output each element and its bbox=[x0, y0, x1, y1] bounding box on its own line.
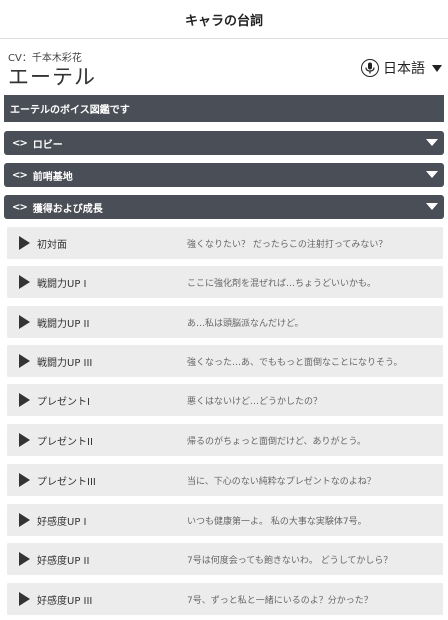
chevron-down-icon bbox=[426, 203, 438, 210]
voice-row[interactable]: 好感度UP I いつも健康第一よ。 私の大事な実験体7号。 bbox=[7, 504, 443, 536]
play-icon[interactable] bbox=[19, 473, 30, 487]
voice-row[interactable]: 戦闘力UP III 強くなった…あ、でももっと面倒なことになりそう。 bbox=[7, 345, 443, 377]
chevron-down-icon bbox=[432, 64, 442, 72]
voice-label: 戦闘力UP III bbox=[37, 357, 93, 369]
voice-label: プレゼントI bbox=[37, 396, 90, 408]
voice-row[interactable]: 戦闘力UP II あ…私は頭脳派なんだけど。 bbox=[7, 306, 443, 338]
code-icon: <> bbox=[12, 201, 28, 213]
play-icon[interactable] bbox=[19, 275, 30, 289]
code-icon: <> bbox=[12, 169, 28, 181]
voice-line: 強くなりたい？ だったらこの注射打ってみない？ bbox=[187, 239, 388, 250]
voice-section-title: エーテルのボイス図鑑です bbox=[4, 95, 444, 122]
language-selector[interactable]: 日本語 bbox=[361, 58, 442, 78]
voice-row[interactable]: 好感度UP III 7号、ずっと私と一緒にいるのよ？分かった？ bbox=[7, 583, 443, 615]
character-name: エーテル bbox=[8, 65, 96, 89]
character-header: CV：千本木彩花 エーテル 日本語 bbox=[0, 39, 448, 93]
accordion-lobby[interactable]: <> ロビー bbox=[4, 131, 444, 155]
play-icon[interactable] bbox=[19, 513, 30, 527]
voice-label: 好感度UP III bbox=[37, 595, 93, 607]
play-icon[interactable] bbox=[19, 354, 30, 368]
voice-label: 好感度UP I bbox=[37, 516, 87, 528]
voice-row[interactable]: プレゼントI 悪くはないけど…どうかしたの？ bbox=[7, 384, 443, 416]
microphone-icon bbox=[361, 59, 379, 77]
code-icon: <> bbox=[12, 137, 28, 149]
voice-row[interactable]: プレゼントII 帰るのがちょっと面倒だけど、ありがとう。 bbox=[7, 424, 443, 456]
play-icon[interactable] bbox=[19, 393, 30, 407]
play-icon[interactable] bbox=[19, 315, 30, 329]
language-label: 日本語 bbox=[383, 61, 425, 77]
play-icon[interactable] bbox=[19, 552, 30, 566]
chevron-down-icon bbox=[426, 171, 438, 178]
accordion-outpost[interactable]: <> 前哨基地 bbox=[4, 163, 444, 187]
accordion-label: ロビー bbox=[32, 139, 63, 151]
voice-label: プレゼントIII bbox=[37, 476, 96, 488]
voice-line: ここに強化剤を混ぜれば…ちょうどいいかも。 bbox=[187, 278, 377, 289]
voice-line: 帰るのがちょっと面倒だけど、ありがとう。 bbox=[187, 436, 367, 447]
voice-label: 好感度UP II bbox=[37, 555, 90, 567]
chevron-down-icon bbox=[426, 139, 438, 146]
voice-label: 戦闘力UP II bbox=[37, 318, 90, 330]
page-header: キャラの台詞 bbox=[0, 0, 448, 39]
voice-line: 強くなった…あ、でももっと面倒なことになりそう。 bbox=[187, 357, 403, 368]
voice-line: 悪くはないけど…どうかしたの？ bbox=[187, 396, 323, 407]
voice-line: 当に、下心のない純粋なプレゼントなのよね？ bbox=[187, 476, 376, 487]
voice-row[interactable]: 戦闘力UP I ここに強化剤を混ぜれば…ちょうどいいかも。 bbox=[7, 266, 443, 298]
voice-label: 初対面 bbox=[37, 239, 67, 251]
voice-section-title-text: エーテルのボイス図鑑です bbox=[10, 105, 130, 116]
voice-line: あ…私は頭脳派なんだけど。 bbox=[187, 318, 304, 329]
voice-line: 7号、ずっと私と一緒にいるのよ？分かった？ bbox=[187, 595, 373, 606]
play-icon[interactable] bbox=[19, 236, 30, 250]
accordion-label: 獲得および成長 bbox=[32, 203, 103, 215]
play-icon[interactable] bbox=[19, 433, 30, 447]
voice-label: プレゼントII bbox=[37, 436, 93, 448]
accordion-label: 前哨基地 bbox=[32, 171, 73, 183]
play-icon[interactable] bbox=[19, 592, 30, 606]
voice-label: 戦闘力UP I bbox=[37, 278, 87, 290]
voice-line: 7号は何度会っても飽きないわ。 どうしてかしら？ bbox=[187, 555, 393, 566]
page-title: キャラの台詞 bbox=[184, 13, 263, 29]
voice-row[interactable]: 初対面 強くなりたい？ だったらこの注射打ってみない？ bbox=[7, 227, 443, 259]
voice-row[interactable]: 好感度UP II 7号は何度会っても飽きないわ。 どうしてかしら？ bbox=[7, 543, 443, 575]
accordion-growth[interactable]: <> 獲得および成長 bbox=[4, 195, 444, 219]
voice-line: いつも健康第一よ。 私の大事な実験体7号。 bbox=[187, 516, 367, 527]
voice-row[interactable]: プレゼントIII 当に、下心のない純粋なプレゼントなのよね？ bbox=[7, 464, 443, 496]
